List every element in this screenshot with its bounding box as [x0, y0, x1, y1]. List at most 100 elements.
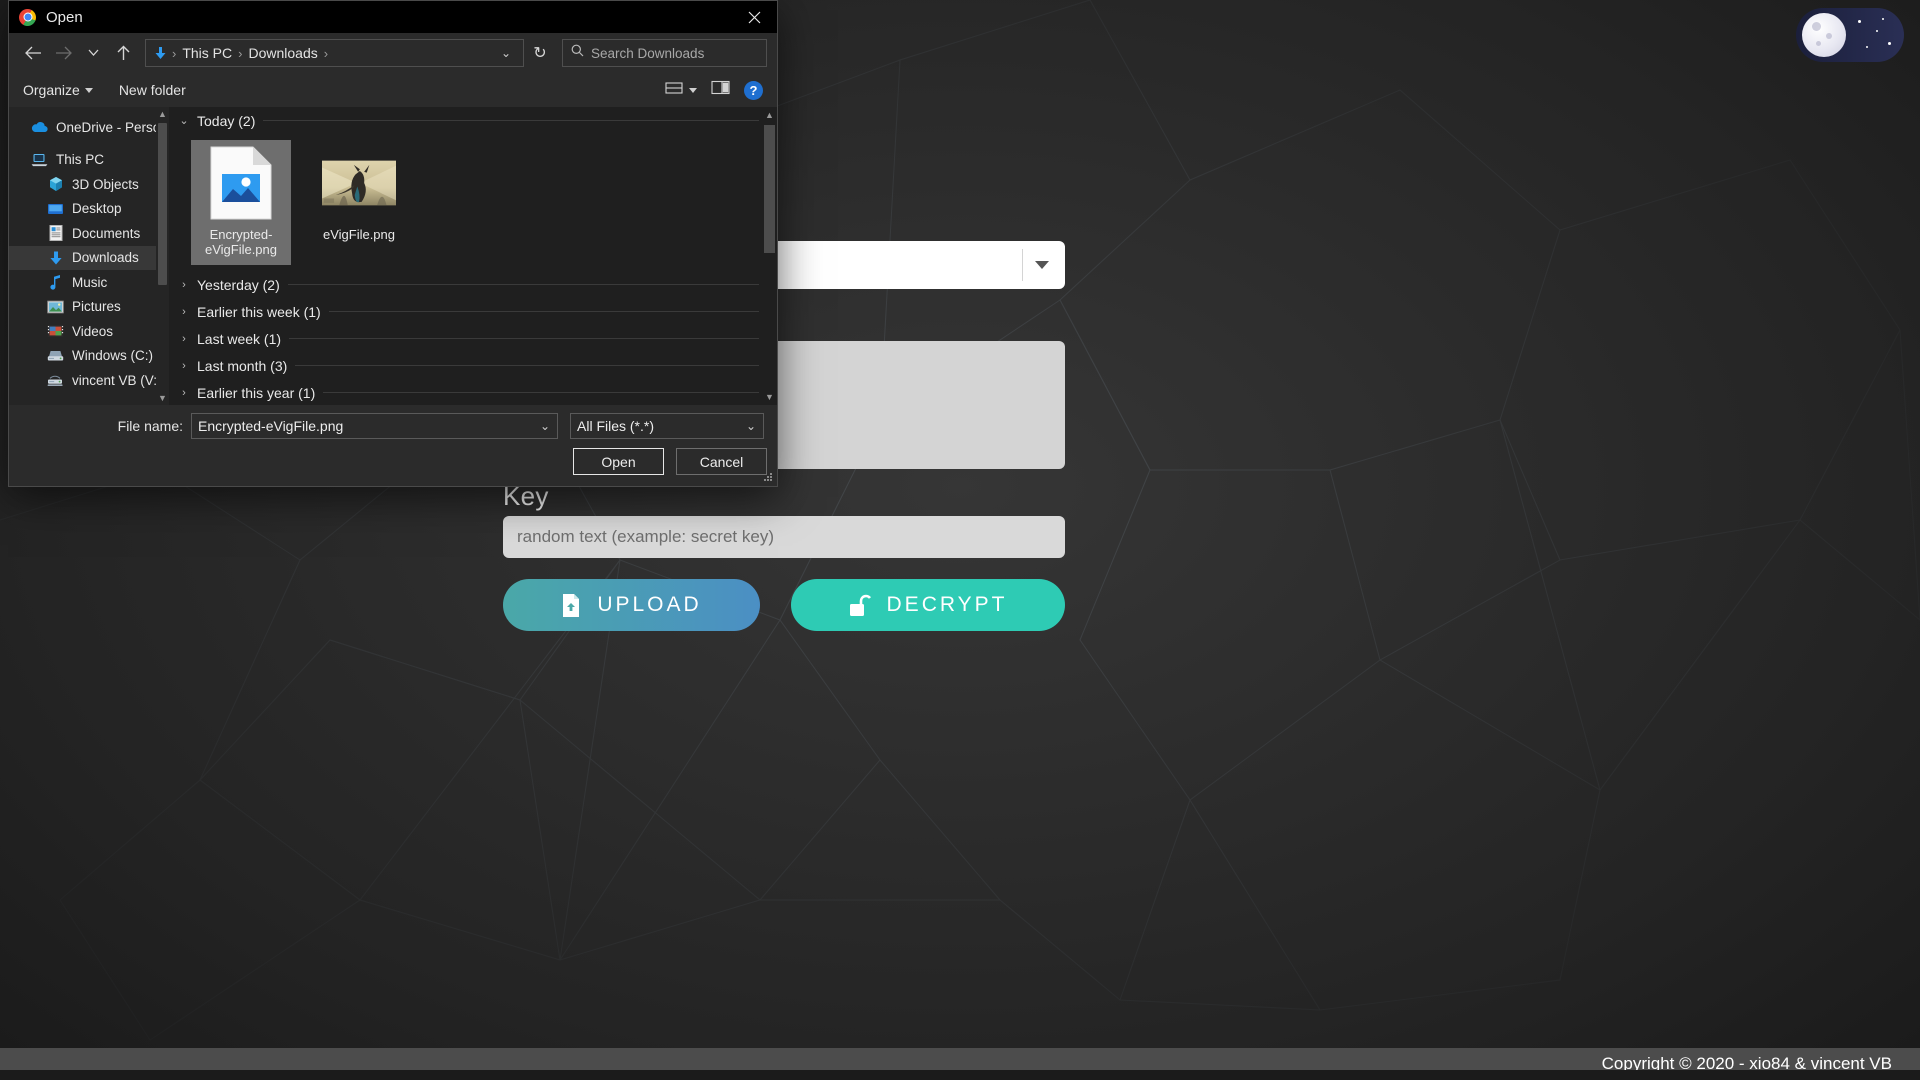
file-type-filter-value: All Files (*.*)	[577, 418, 654, 434]
group-header-earlier-this-week[interactable]: › Earlier this week (1)	[169, 298, 777, 325]
downloads-arrow-icon	[47, 249, 64, 266]
breadcrumb-downloads[interactable]: Downloads	[244, 45, 321, 61]
sidebar-item-pictures[interactable]: Pictures	[9, 295, 169, 320]
search-icon	[571, 44, 584, 62]
open-file-dialog: Open › This PC › Downloads › ⌄ ↻	[8, 0, 778, 487]
sidebar-item-onedrive[interactable]: OneDrive - Person	[9, 115, 169, 140]
dialog-button-row: Open Cancel	[573, 448, 767, 475]
file-tile-evigfile[interactable]: eVigFile.png	[309, 140, 409, 265]
navigation-pane-scrollbar[interactable]: ▲ ▼	[156, 107, 169, 405]
sidebar-item-label: This PC	[56, 152, 104, 167]
music-note-icon	[47, 274, 64, 291]
sidebar-item-vincent-vb[interactable]: vincent VB (V:)	[9, 368, 169, 393]
organize-label: Organize	[23, 82, 80, 98]
network-drive-icon	[47, 372, 64, 389]
organize-button[interactable]: Organize	[23, 82, 93, 98]
dialog-navigation-bar: › This PC › Downloads › ⌄ ↻ Search Downl…	[9, 33, 777, 73]
sidebar-item-label: Downloads	[72, 250, 139, 265]
scroll-up-arrow-icon[interactable]: ▲	[156, 107, 169, 121]
chevron-right-icon: ›	[179, 306, 189, 318]
sidebar-item-windows-c[interactable]: Windows (C:)	[9, 344, 169, 369]
sidebar-item-label: Desktop	[72, 201, 122, 216]
scroll-up-arrow-icon[interactable]: ▲	[762, 107, 777, 123]
group-header-today[interactable]: ⌄ Today (2)	[169, 107, 777, 134]
chevron-right-icon: ›	[179, 360, 189, 372]
chevron-right-icon: ›	[179, 333, 189, 345]
upload-button[interactable]: UPLOAD	[503, 579, 760, 631]
hard-drive-icon	[47, 347, 64, 364]
decrypt-button[interactable]: DECRYPT	[791, 579, 1065, 631]
group-label: Earlier this week (1)	[197, 304, 321, 320]
this-pc-icon	[31, 151, 48, 168]
scrollbar-thumb[interactable]	[158, 123, 167, 285]
group-header-yesterday[interactable]: › Yesterday (2)	[169, 271, 777, 298]
group-header-last-week[interactable]: › Last week (1)	[169, 325, 777, 352]
resize-grip-icon[interactable]	[762, 471, 774, 483]
group-header-last-month[interactable]: › Last month (3)	[169, 352, 777, 379]
dialog-title: Open	[46, 9, 83, 26]
key-input-placeholder: random text (example: secret key)	[517, 527, 774, 547]
key-input[interactable]: random text (example: secret key)	[503, 516, 1065, 558]
desktop-icon	[47, 200, 64, 217]
sidebar-item-documents[interactable]: Documents	[9, 221, 169, 246]
file-name-value: Encrypted-eVigFile.png	[198, 418, 343, 434]
breadcrumb-this-pc[interactable]: This PC	[178, 45, 236, 61]
scroll-down-arrow-icon[interactable]: ▼	[156, 391, 169, 405]
chevron-down-icon[interactable]: ⌄	[746, 419, 756, 433]
scrollbar-thumb[interactable]	[764, 125, 775, 253]
sidebar-item-3d-objects[interactable]: 3D Objects	[9, 172, 169, 197]
close-icon[interactable]	[731, 1, 777, 33]
chevron-right-icon: ›	[179, 387, 189, 399]
group-label: Earlier this year (1)	[197, 385, 315, 401]
scroll-down-arrow-icon[interactable]: ▼	[762, 389, 777, 405]
address-chevron-down-icon[interactable]: ⌄	[493, 46, 519, 60]
breadcrumb-separator-0: ›	[170, 46, 178, 61]
navigation-list: OneDrive - Person This PC 3D Objects	[9, 107, 169, 393]
sidebar-item-this-pc[interactable]: This PC	[9, 148, 169, 173]
sidebar-item-videos[interactable]: Videos	[9, 319, 169, 344]
file-name-row: File name: Encrypted-eVigFile.png ⌄ All …	[9, 413, 777, 439]
sidebar-item-downloads[interactable]: Downloads	[9, 246, 169, 271]
sidebar-item-label: Documents	[72, 226, 140, 241]
file-tile-encrypted[interactable]: Encrypted-eVigFile.png	[191, 140, 291, 265]
file-type-filter-select[interactable]: All Files (*.*) ⌄	[570, 413, 764, 439]
action-button-row: UPLOAD DECRYPT	[503, 579, 1065, 631]
chevron-down-icon: ⌄	[179, 114, 189, 127]
sidebar-item-label: vincent VB (V:)	[72, 373, 162, 388]
help-icon[interactable]: ?	[744, 81, 763, 100]
file-name-input[interactable]: Encrypted-eVigFile.png ⌄	[191, 413, 558, 439]
refresh-icon[interactable]: ↻	[526, 39, 554, 67]
search-input[interactable]: Search Downloads	[562, 39, 767, 67]
breadcrumb-separator-1: ›	[236, 46, 244, 61]
file-list-scrollbar[interactable]: ▲ ▼	[762, 107, 777, 405]
open-button[interactable]: Open	[573, 448, 664, 475]
arrow-right-icon[interactable]	[49, 39, 77, 67]
sidebar-item-label: Windows (C:)	[72, 348, 153, 363]
file-tile-row: Encrypted-eVigFile.png	[169, 134, 777, 271]
group-rule	[288, 284, 759, 285]
chevron-down-icon	[1035, 261, 1049, 269]
arrow-up-icon[interactable]	[109, 39, 137, 67]
group-header-earlier-this-year[interactable]: › Earlier this year (1)	[169, 379, 777, 405]
sidebar-item-label: Videos	[72, 324, 113, 339]
downloads-arrow-icon	[150, 43, 170, 63]
dialog-titlebar[interactable]: Open	[9, 1, 777, 33]
cancel-button[interactable]: Cancel	[676, 448, 767, 475]
view-layout-icon	[665, 81, 684, 100]
sidebar-item-desktop[interactable]: Desktop	[9, 197, 169, 222]
preview-pane-icon[interactable]	[711, 80, 730, 100]
taskbar[interactable]	[0, 1070, 1920, 1080]
search-placeholder: Search Downloads	[591, 46, 704, 61]
arrow-left-icon[interactable]	[19, 39, 47, 67]
recent-locations-chevron-down-icon[interactable]	[79, 39, 107, 67]
upload-button-label: UPLOAD	[597, 593, 701, 617]
sidebar-item-label: 3D Objects	[72, 177, 139, 192]
sidebar-item-music[interactable]: Music	[9, 270, 169, 295]
file-list-pane: ⌄ Today (2) Encrypted-eVig	[169, 107, 777, 405]
chevron-down-icon[interactable]: ⌄	[540, 419, 550, 433]
generic-image-file-icon	[204, 146, 278, 220]
group-rule	[295, 365, 759, 366]
view-layout-button[interactable]	[665, 81, 697, 100]
new-folder-button[interactable]: New folder	[119, 82, 186, 98]
address-bar[interactable]: › This PC › Downloads › ⌄	[145, 39, 524, 67]
